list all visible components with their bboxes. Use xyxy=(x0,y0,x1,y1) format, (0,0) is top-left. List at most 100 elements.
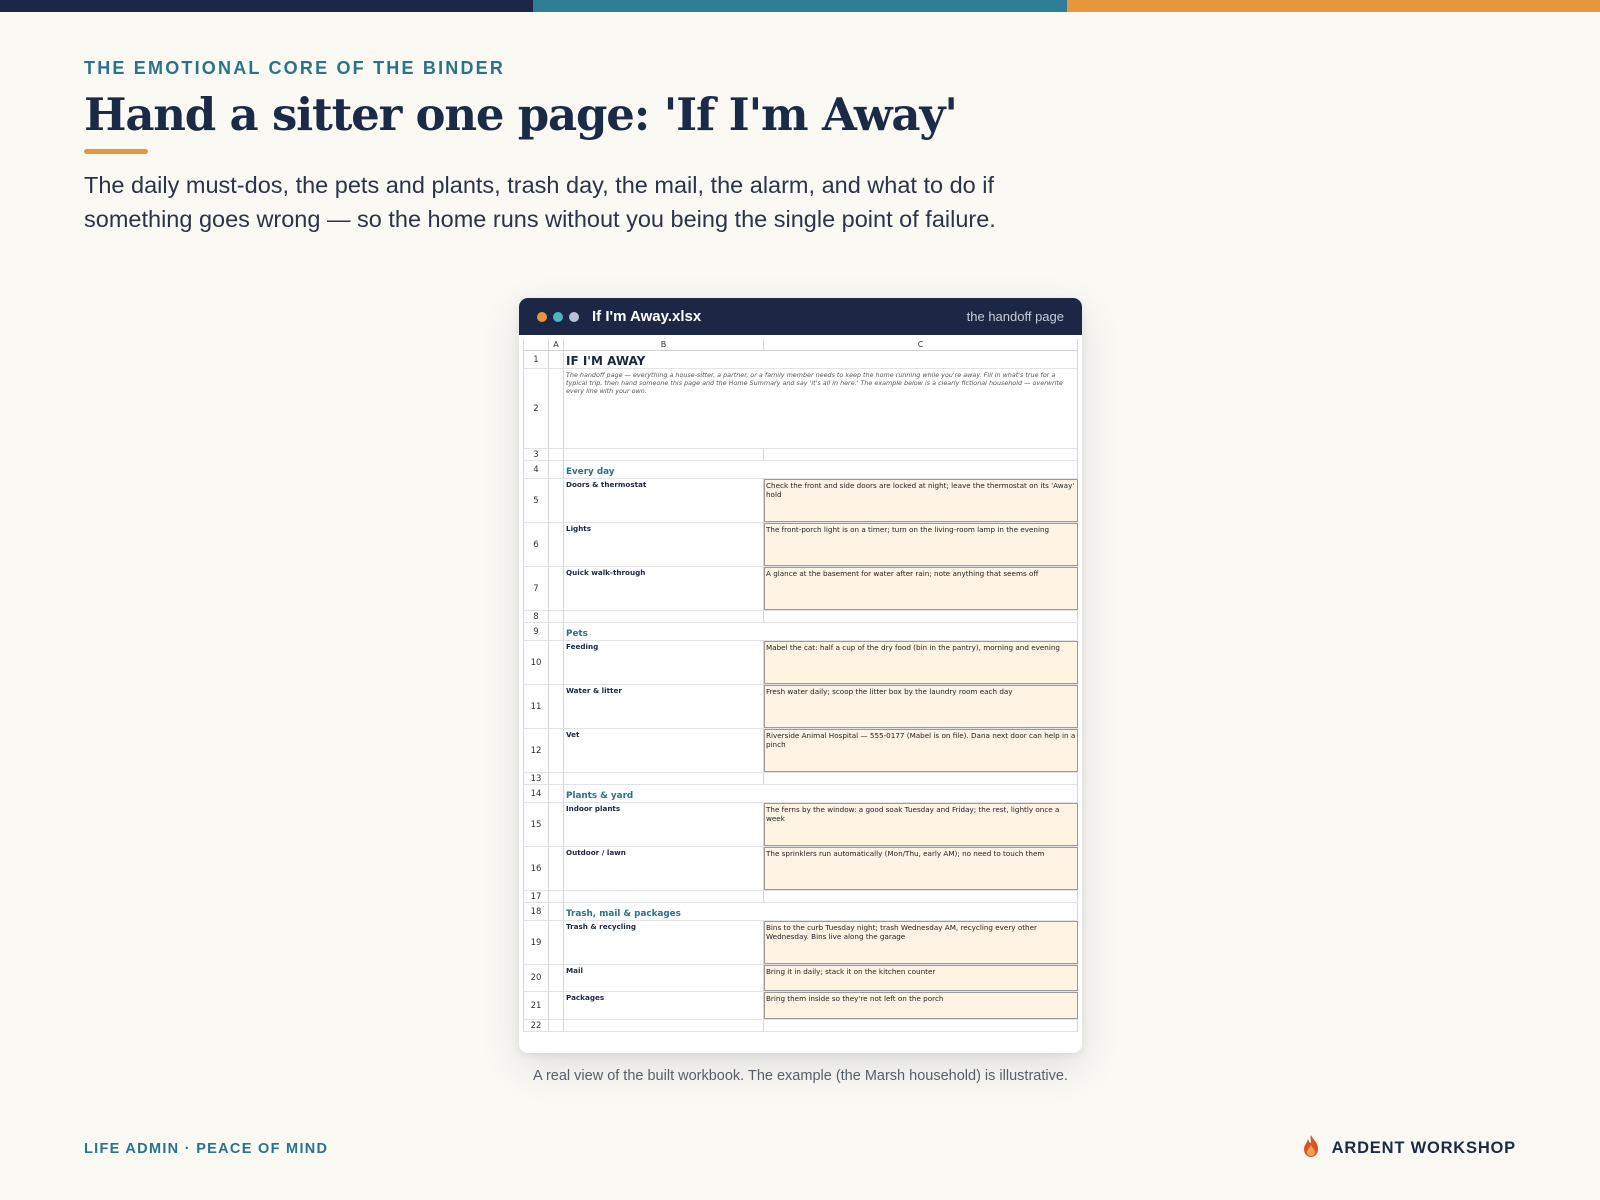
row-number[interactable]: 13 xyxy=(523,773,549,784)
item-value[interactable]: Riverside Animal Hospital — 555-0177 (Ma… xyxy=(764,729,1078,772)
cell-b[interactable]: Trash, mail & packages xyxy=(564,903,764,920)
cell-a[interactable] xyxy=(549,449,564,460)
cell-a[interactable] xyxy=(549,567,564,610)
sheet-row: 12 Vet Riverside Animal Hospital — 555-017… xyxy=(523,729,1078,773)
item-label[interactable]: Vet xyxy=(564,729,764,772)
row-number[interactable]: 1 xyxy=(523,351,549,368)
cell-a[interactable] xyxy=(549,773,564,784)
column-header-a[interactable]: A xyxy=(549,339,564,350)
cell-c[interactable] xyxy=(764,449,1078,460)
row-number[interactable]: 15 xyxy=(523,803,549,846)
lede-paragraph: The daily must-dos, the pets and plants,… xyxy=(84,172,996,232)
row-number[interactable]: 8 xyxy=(523,611,549,622)
cell-a[interactable] xyxy=(549,523,564,566)
top-accent-bar xyxy=(0,0,1600,12)
cell-b[interactable] xyxy=(564,449,764,460)
cell-b[interactable]: Plants & yard xyxy=(564,785,764,802)
row-number[interactable]: 12 xyxy=(523,729,549,772)
window-subtitle: the handoff page xyxy=(966,309,1064,324)
item-label[interactable]: Lights xyxy=(564,523,764,566)
cell-b[interactable]: Every day xyxy=(564,461,764,478)
row-number[interactable]: 10 xyxy=(523,641,549,684)
cell-a[interactable] xyxy=(549,369,564,448)
cell-a[interactable] xyxy=(549,479,564,522)
cell-a[interactable] xyxy=(549,891,564,902)
cell-a[interactable] xyxy=(549,641,564,684)
row-number[interactable]: 3 xyxy=(523,449,549,460)
page-title: Hand a sitter one page: 'If I'm Away' xyxy=(84,88,958,141)
item-value[interactable]: A glance at the basement for water after… xyxy=(764,567,1078,610)
cell-c[interactable] xyxy=(764,623,1078,640)
row-number[interactable]: 6 xyxy=(523,523,549,566)
cell-c[interactable] xyxy=(764,891,1078,902)
cell-a[interactable] xyxy=(549,461,564,478)
item-value[interactable]: The ferns by the window: a good soak Tue… xyxy=(764,803,1078,846)
cell-a[interactable] xyxy=(549,729,564,772)
sheet-row: 2 The handoff page — everything a house-s… xyxy=(523,369,1078,449)
cell-a[interactable] xyxy=(549,351,564,368)
item-value[interactable]: The front-porch light is on a timer; tur… xyxy=(764,523,1078,566)
item-label[interactable]: Outdoor / lawn xyxy=(564,847,764,890)
cell-a[interactable] xyxy=(549,965,564,991)
sheet-row: 8 xyxy=(523,611,1078,623)
item-label[interactable]: Indoor plants xyxy=(564,803,764,846)
column-header-c[interactable]: C xyxy=(764,339,1078,350)
item-value[interactable]: Bins to the curb Tuesday night; trash We… xyxy=(764,921,1078,964)
item-label[interactable]: Doors & thermostat xyxy=(564,479,764,522)
item-value[interactable]: The sprinklers run automatically (Mon/Th… xyxy=(764,847,1078,890)
title-underline xyxy=(84,149,148,154)
sheet-row: 5 Doors & thermostat Check the front and s… xyxy=(523,479,1078,523)
cell-b[interactable] xyxy=(564,891,764,902)
cell-c[interactable] xyxy=(764,785,1078,802)
merged-title-cell[interactable]: IF I'M AWAY xyxy=(564,351,1078,368)
cell-c[interactable] xyxy=(764,461,1078,478)
item-label[interactable]: Quick walk-through xyxy=(564,567,764,610)
row-number[interactable]: 9 xyxy=(523,623,549,640)
cell-a[interactable] xyxy=(549,623,564,640)
row-number[interactable]: 19 xyxy=(523,921,549,964)
item-value[interactable]: Fresh water daily; scoop the litter box … xyxy=(764,685,1078,728)
row-number[interactable]: 14 xyxy=(523,785,549,802)
cell-a[interactable] xyxy=(549,685,564,728)
cell-a[interactable] xyxy=(549,611,564,622)
cell-a[interactable] xyxy=(549,803,564,846)
item-value[interactable]: Check the front and side doors are locke… xyxy=(764,479,1078,522)
cell-b[interactable] xyxy=(564,773,764,784)
cell-c[interactable] xyxy=(764,773,1078,784)
merged-intro-cell[interactable]: The handoff page — everything a house-si… xyxy=(564,369,1078,448)
cell-a[interactable] xyxy=(549,847,564,890)
item-label[interactable]: Trash & recycling xyxy=(564,921,764,964)
cell-a[interactable] xyxy=(549,903,564,920)
cell-b[interactable] xyxy=(564,611,764,622)
row-number[interactable]: 21 xyxy=(523,992,549,1019)
row-number[interactable]: 16 xyxy=(523,847,549,890)
cell-c[interactable] xyxy=(764,1020,1078,1031)
item-label[interactable]: Mail xyxy=(564,965,764,991)
item-value[interactable]: Bring them inside so they're not left on… xyxy=(764,992,1078,1019)
cell-a[interactable] xyxy=(549,1020,564,1031)
item-label[interactable]: Feeding xyxy=(564,641,764,684)
row-number[interactable]: 17 xyxy=(523,891,549,902)
row-number[interactable]: 18 xyxy=(523,903,549,920)
cell-a[interactable] xyxy=(549,921,564,964)
cell-a[interactable] xyxy=(549,992,564,1019)
row-number[interactable]: 5 xyxy=(523,479,549,522)
item-value[interactable]: Bring it in daily; stack it on the kitch… xyxy=(764,965,1078,991)
column-header-b[interactable]: B xyxy=(564,339,764,350)
sheet-row: 15 Indoor plants The ferns by the window: … xyxy=(523,803,1078,847)
row-number[interactable]: 2 xyxy=(523,369,549,448)
item-value[interactable]: Mabel the cat: half a cup of the dry foo… xyxy=(764,641,1078,684)
row-number[interactable]: 22 xyxy=(523,1020,549,1031)
row-number[interactable]: 4 xyxy=(523,461,549,478)
cell-c[interactable] xyxy=(764,611,1078,622)
row-number[interactable]: 7 xyxy=(523,567,549,610)
window-caption: A real view of the built workbook. The e… xyxy=(533,1068,1068,1084)
cell-b[interactable]: Pets xyxy=(564,623,764,640)
cell-a[interactable] xyxy=(549,785,564,802)
row-number[interactable]: 20 xyxy=(523,965,549,991)
item-label[interactable]: Packages xyxy=(564,992,764,1019)
item-label[interactable]: Water & litter xyxy=(564,685,764,728)
cell-b[interactable] xyxy=(564,1020,764,1031)
row-number[interactable]: 11 xyxy=(523,685,549,728)
cell-c[interactable] xyxy=(764,903,1078,920)
